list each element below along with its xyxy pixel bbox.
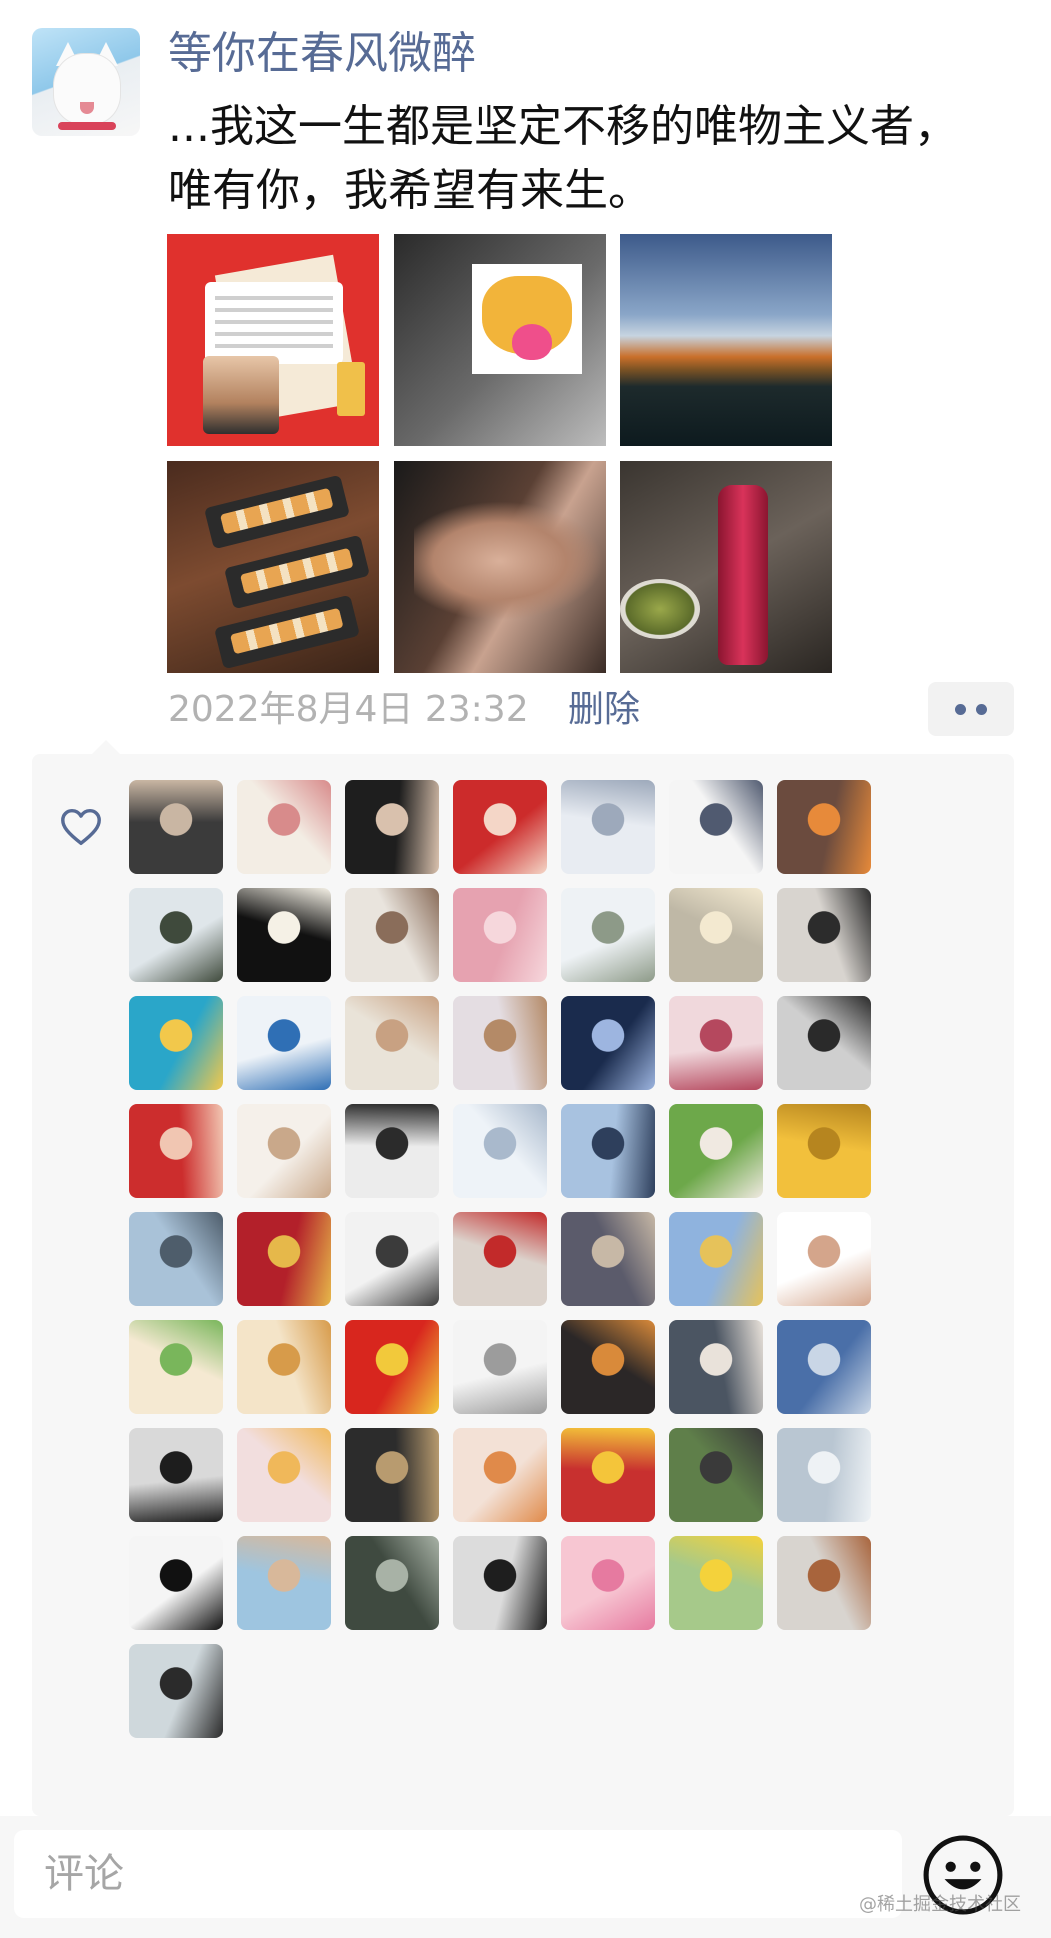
liker-avatar[interactable] bbox=[669, 996, 763, 1090]
liker-avatar[interactable] bbox=[453, 1536, 547, 1630]
liker-avatar[interactable] bbox=[561, 1536, 655, 1630]
photo-lake-landscape[interactable] bbox=[620, 234, 832, 446]
liker-avatar[interactable] bbox=[453, 1104, 547, 1198]
liker-avatar[interactable] bbox=[561, 1212, 655, 1306]
liker-avatar[interactable] bbox=[129, 1104, 223, 1198]
liker-avatar[interactable] bbox=[237, 1212, 331, 1306]
heart-icon bbox=[61, 808, 101, 846]
liker-avatar[interactable] bbox=[237, 1104, 331, 1198]
liker-avatar[interactable] bbox=[453, 888, 547, 982]
liker-avatar[interactable] bbox=[129, 1644, 223, 1738]
poster-avatar[interactable] bbox=[32, 28, 140, 136]
liker-avatar[interactable] bbox=[345, 1536, 439, 1630]
liker-avatar[interactable] bbox=[669, 888, 763, 982]
avatar-cat-collar bbox=[58, 122, 116, 130]
photo-drink-bottle[interactable] bbox=[620, 461, 832, 673]
photo-letter[interactable] bbox=[167, 234, 379, 446]
tag-shape bbox=[337, 362, 365, 416]
liker-avatar[interactable] bbox=[561, 780, 655, 874]
liker-avatar[interactable] bbox=[237, 1320, 331, 1414]
liker-avatar[interactable] bbox=[129, 1320, 223, 1414]
more-actions-button[interactable] bbox=[928, 682, 1014, 736]
liker-avatar[interactable] bbox=[669, 1320, 763, 1414]
liker-avatar[interactable] bbox=[129, 1428, 223, 1522]
liker-avatar[interactable] bbox=[129, 996, 223, 1090]
liker-avatar[interactable] bbox=[453, 1428, 547, 1522]
liker-avatar[interactable] bbox=[453, 1212, 547, 1306]
liker-avatar[interactable] bbox=[669, 1428, 763, 1522]
liker-avatar[interactable] bbox=[561, 1104, 655, 1198]
liker-avatar[interactable] bbox=[777, 996, 871, 1090]
liker-avatar[interactable] bbox=[561, 1428, 655, 1522]
post-content-line: ...我这一生都是坚定不移的唯物主义者， bbox=[168, 101, 958, 152]
liker-avatar[interactable] bbox=[345, 1428, 439, 1522]
post-content-line: 唯有你，我希望有来生。 bbox=[168, 165, 652, 216]
post-content: ...我这一生都是坚定不移的唯物主义者， 唯有你，我希望有来生。 bbox=[168, 95, 1008, 223]
child-photo bbox=[203, 356, 279, 434]
photo-sushi[interactable] bbox=[167, 461, 379, 673]
liker-avatar[interactable] bbox=[453, 996, 547, 1090]
poster-username[interactable]: 等你在春风微醉 bbox=[168, 26, 476, 82]
dog-sticker bbox=[472, 264, 582, 374]
liker-avatar[interactable] bbox=[777, 1212, 871, 1306]
liker-avatar[interactable] bbox=[669, 1212, 763, 1306]
liker-avatar[interactable] bbox=[129, 1536, 223, 1630]
liker-avatar[interactable] bbox=[777, 1428, 871, 1522]
liker-avatar[interactable] bbox=[237, 1428, 331, 1522]
post-timestamp: 2022年8月4日 23:32 bbox=[168, 689, 529, 730]
liker-avatar[interactable] bbox=[453, 1320, 547, 1414]
photo-portrait-sticker[interactable] bbox=[394, 234, 606, 446]
delete-button[interactable]: 删除 bbox=[568, 688, 640, 732]
liker-avatar[interactable] bbox=[129, 888, 223, 982]
liker-avatar[interactable] bbox=[777, 1536, 871, 1630]
liker-avatar[interactable] bbox=[345, 1320, 439, 1414]
liker-avatar[interactable] bbox=[345, 996, 439, 1090]
liker-avatar[interactable] bbox=[129, 780, 223, 874]
liker-avatar[interactable] bbox=[669, 780, 763, 874]
liker-avatar[interactable] bbox=[345, 780, 439, 874]
liker-avatar[interactable] bbox=[777, 1320, 871, 1414]
dot-icon bbox=[976, 704, 987, 715]
comment-input[interactable] bbox=[14, 1830, 902, 1918]
liker-avatar[interactable] bbox=[345, 888, 439, 982]
liker-avatar[interactable] bbox=[237, 996, 331, 1090]
liker-avatar[interactable] bbox=[561, 1320, 655, 1414]
liker-avatar[interactable] bbox=[345, 1212, 439, 1306]
comment-bar: @稀土掘金技术社区 bbox=[0, 1816, 1051, 1938]
liker-avatar[interactable] bbox=[237, 780, 331, 874]
liker-avatar[interactable] bbox=[561, 996, 655, 1090]
liker-avatar[interactable] bbox=[561, 888, 655, 982]
likes-panel bbox=[32, 740, 1014, 1816]
liker-avatar[interactable] bbox=[777, 1104, 871, 1198]
photo-grid bbox=[167, 234, 835, 674]
sushi-plate bbox=[203, 474, 351, 550]
dot-icon bbox=[955, 704, 966, 715]
liker-avatar[interactable] bbox=[669, 1104, 763, 1198]
liker-avatar[interactable] bbox=[237, 888, 331, 982]
liker-avatar[interactable] bbox=[669, 1536, 763, 1630]
liker-avatar[interactable] bbox=[129, 1212, 223, 1306]
photo-holding-hands[interactable] bbox=[394, 461, 606, 673]
liker-avatar[interactable] bbox=[453, 780, 547, 874]
watermark: @稀土掘金技术社区 bbox=[859, 1894, 1021, 1915]
bowl-shape bbox=[620, 579, 700, 639]
liker-avatar[interactable] bbox=[777, 780, 871, 874]
liker-avatar[interactable] bbox=[237, 1536, 331, 1630]
hands-shape bbox=[414, 501, 604, 621]
note-card bbox=[205, 282, 343, 364]
liker-avatar[interactable] bbox=[345, 1104, 439, 1198]
bottle-shape bbox=[718, 485, 768, 665]
liker-avatar[interactable] bbox=[777, 888, 871, 982]
